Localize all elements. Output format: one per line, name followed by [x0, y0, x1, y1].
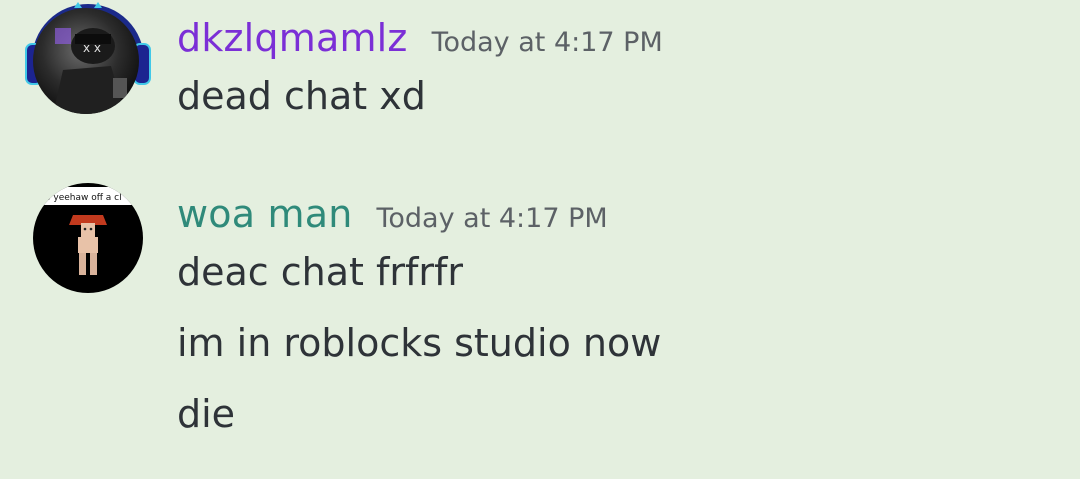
timestamp: Today at 4:17 PM: [376, 203, 608, 234]
timestamp: Today at 4:17 PM: [431, 27, 663, 58]
chat-log: x x dkzlqmamlz Today at 4:17 PM dead cha…: [0, 0, 1080, 479]
message-text: dead chat xd: [177, 74, 426, 118]
username[interactable]: woa man: [177, 192, 352, 236]
avatar[interactable]: o yeehaw off a cl: [33, 183, 143, 293]
message-text: im in roblocks studio now: [177, 321, 662, 365]
message-header: dkzlqmamlz Today at 4:17 PM: [177, 16, 663, 60]
username[interactable]: dkzlqmamlz: [177, 16, 408, 60]
svg-text:x x: x x: [83, 41, 101, 55]
avatar-caption: o yeehaw off a cl: [45, 193, 122, 203]
avatar[interactable]: x x: [33, 8, 139, 114]
message-header: woa man Today at 4:17 PM: [177, 192, 608, 236]
message-text: die: [177, 392, 236, 436]
message-text: deac chat frfrfr: [177, 250, 464, 294]
